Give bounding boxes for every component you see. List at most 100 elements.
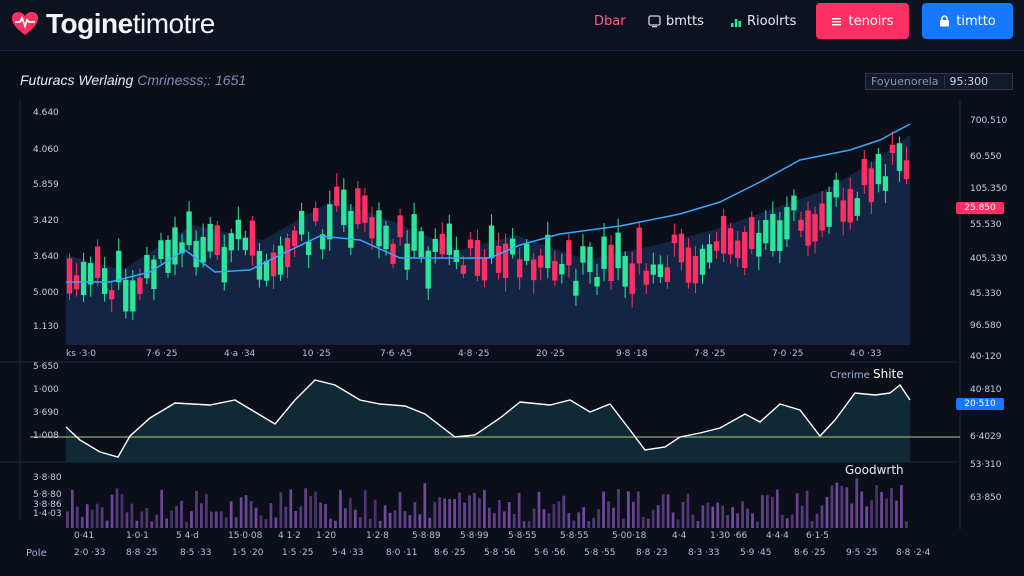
candle-body [791,195,797,211]
candle-body [327,204,333,240]
candle-body [692,256,699,284]
candle-body [706,244,713,263]
volume-bar [716,502,720,528]
volume-time-tick: 5·8·99 [460,531,489,541]
volume-bar [627,491,630,528]
volume-tick-left: 5·8·80 [33,490,62,500]
volume-bar [458,492,461,528]
candle-body [573,280,579,296]
candle-body [453,250,460,263]
volume-bar [731,507,735,528]
candle-body [116,250,122,283]
volume-date-tick: 5·8 ·56 [484,548,516,558]
time-tick: 9·8 ·18 [616,349,648,359]
candle-body [608,244,614,282]
volume-bar [244,495,248,528]
volume-bar [70,489,74,528]
volume-bar [636,491,640,528]
volume-bar [403,511,407,528]
volume-bar [681,501,685,528]
volume-bar [363,490,367,528]
volume-bar [522,521,526,528]
candle-body [516,259,523,278]
candle-body [735,240,741,259]
time-tick: 7·6 ·A5 [380,349,412,359]
volume-bar [408,515,412,528]
volume-bar [329,518,332,528]
candle-body [214,225,220,255]
price-tick-left: 3.640 [33,252,59,262]
volume-date-tick: 8·6 ·25 [794,548,826,558]
volume-bar [66,511,69,528]
volume-bar [875,485,878,528]
volume-bar [785,518,789,528]
volume-bar [180,500,183,528]
candle-body [165,239,171,273]
volume-date-tick: 1·5 ·20 [232,548,264,558]
candle-body [587,246,593,273]
volume-bar [701,505,705,528]
volume-bar [229,501,233,528]
price-badge: 25.850 [956,202,1004,214]
volume-bar [378,520,382,528]
candle-body [812,213,818,242]
candle-body [130,280,136,312]
volume-date-tick: 2·0 ·33 [74,548,106,558]
candle-body [826,192,832,227]
volume-time-tick: 4·4·4 [766,531,789,541]
volume-bar [214,511,218,528]
volume-bar [562,495,566,528]
volume-bar [845,487,849,528]
volume-bar [438,497,442,528]
candle-body [538,255,544,268]
candle-body [109,290,115,300]
price-tick-right: 105.350 [970,184,1008,194]
volume-bar [254,507,258,528]
chart-canvas[interactable] [0,0,1024,576]
volume-bar [195,490,198,528]
volume-bar [795,493,799,528]
volume-bar [557,501,561,528]
volume-bar [200,503,203,528]
volume-bar [388,512,392,528]
volume-bar [274,517,278,528]
candle-body [186,211,192,246]
volume-bar [140,511,144,528]
volume-date-tick: 9·5 ·25 [846,548,878,558]
volume-bar [671,512,675,528]
volume-bar [453,498,456,528]
volume-bar [259,515,263,528]
candle-body [425,250,431,289]
candle-body [559,263,565,275]
time-tick: 7·6 ·25 [146,349,178,359]
candle-body [144,255,150,279]
volume-bar [130,503,134,528]
volume-time-tick: 5·8·55 [508,531,537,541]
volume-bar [815,513,819,528]
volume-bar [751,513,754,528]
volume-time-tick: 1·0·1 [126,531,149,541]
volume-bar [478,498,481,528]
volume-bar [289,489,293,528]
volume-bar [512,513,516,528]
candle-body [798,219,804,231]
volume-bar [497,499,501,528]
candle-body [277,245,284,275]
volume-tick-right: 63·850 [970,493,1002,503]
volume-bar [567,513,571,528]
volume-bar [502,511,506,528]
volume-bar [696,521,700,528]
volume-time-tick: 5·8·55 [560,531,589,541]
volume-bar [855,478,859,528]
volume-bar [483,489,486,528]
volume-bar [686,493,690,528]
volume-bar [622,518,625,528]
volume-bar [885,498,888,528]
candle-body [481,257,488,281]
volume-bar [607,501,610,528]
candle-body [720,216,727,254]
volume-bar [820,505,824,528]
volume-date-tick: 8·0 ·11 [386,548,418,558]
candle-body [158,240,164,259]
candle-body [727,228,734,255]
